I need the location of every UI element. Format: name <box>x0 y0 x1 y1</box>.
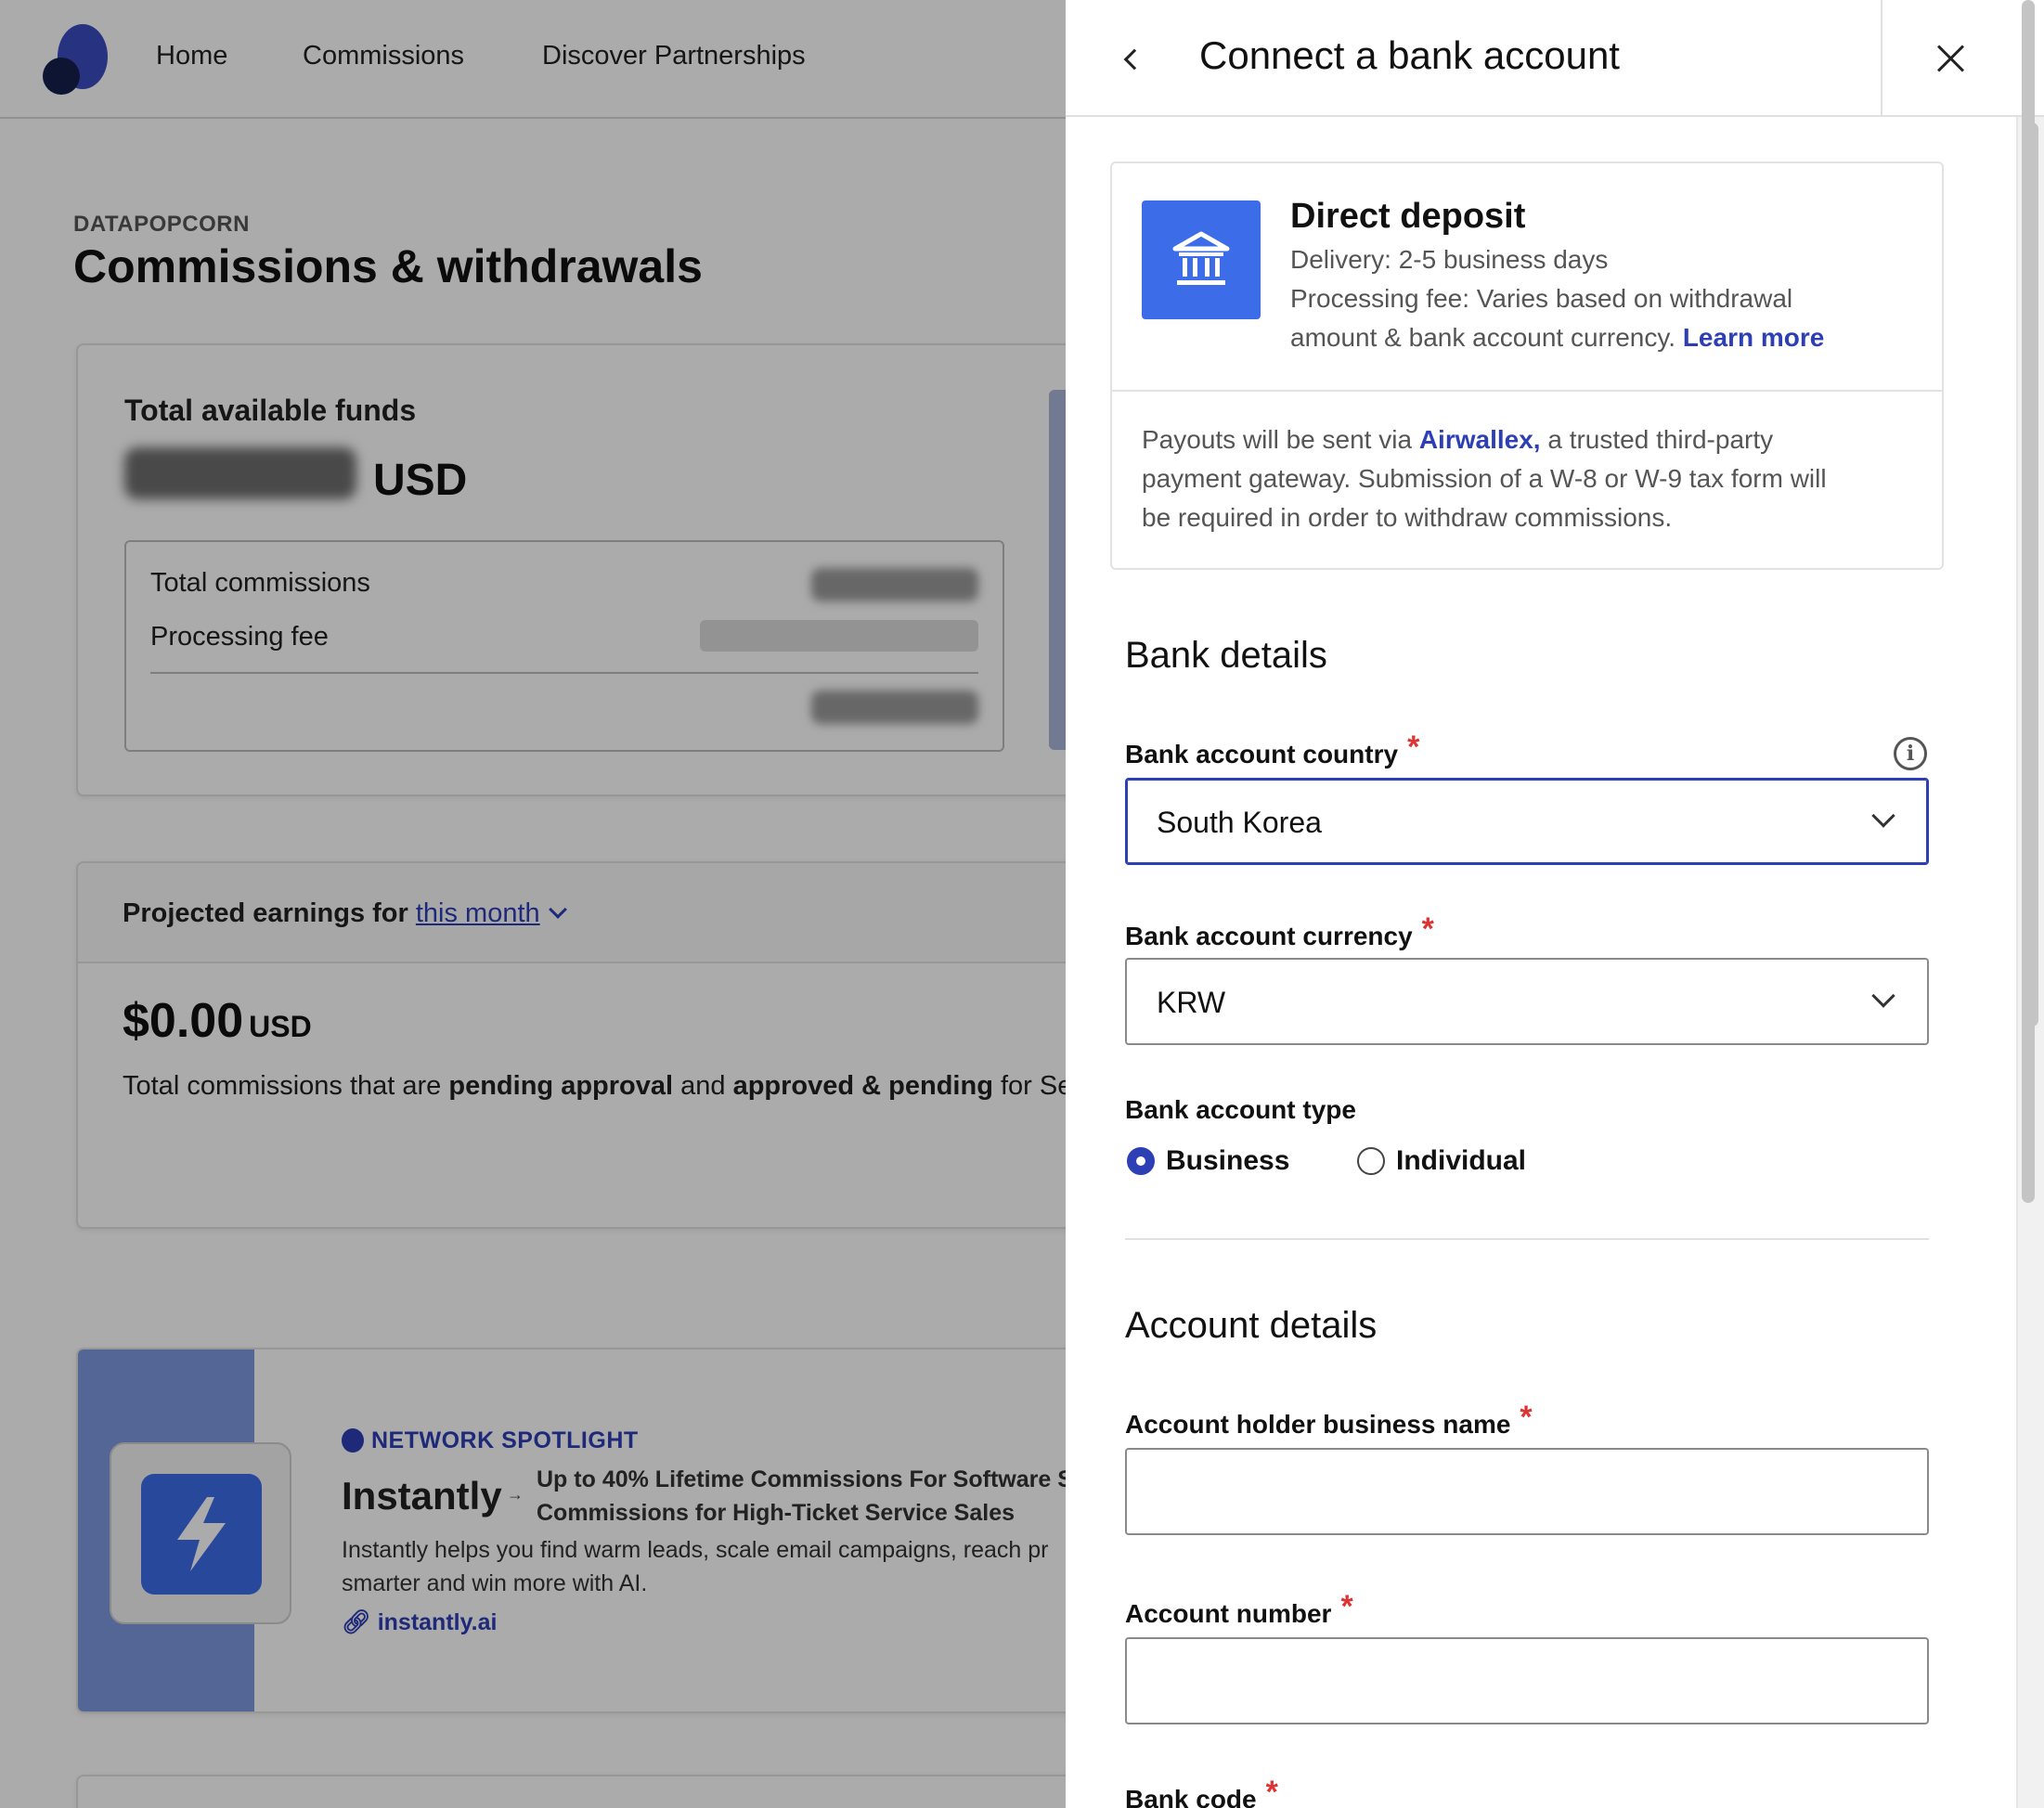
payout-note-prefix: Payouts will be sent via <box>1142 425 1413 454</box>
section-divider <box>1125 1238 1929 1240</box>
close-area <box>1881 0 2016 117</box>
radio-individual[interactable]: Individual <box>1357 1143 1543 1181</box>
drawer-header: Connect a bank account <box>1066 0 2044 117</box>
required-mark: * <box>1421 911 1434 947</box>
connect-bank-drawer: Connect a bank account Direct deposit De… <box>1066 0 2044 1808</box>
radio-button[interactable] <box>1127 1147 1155 1175</box>
radio-business-label[interactable]: Business <box>1166 1145 1289 1177</box>
airwallex-link[interactable]: Airwallex, <box>1419 425 1541 454</box>
country-label: Bank account country <box>1125 740 1399 768</box>
currency-select-value: KRW <box>1157 986 1226 1019</box>
bank-building-icon <box>1142 200 1261 319</box>
account-number-input[interactable] <box>1125 1637 1929 1724</box>
required-mark: * <box>1520 1400 1533 1435</box>
currency-select[interactable]: KRW <box>1125 958 1929 1045</box>
payout-note-line2: payment gateway. Submission of a W-8 or … <box>1142 464 1827 493</box>
deposit-delivery: Delivery: 2-5 business days <box>1290 245 1609 274</box>
required-mark: * <box>1407 730 1420 765</box>
radio-business[interactable]: Business <box>1127 1143 1313 1181</box>
country-select-value: South Korea <box>1157 806 1322 839</box>
country-select[interactable]: South Korea <box>1125 778 1929 865</box>
direct-deposit-summary: Direct deposit Delivery: 2-5 business da… <box>1112 163 1942 392</box>
payout-note-suffix: a trusted third-party <box>1547 425 1774 454</box>
account-type-label: Bank account type <box>1125 1095 1356 1124</box>
learn-more-link[interactable]: Learn more <box>1683 323 1825 352</box>
holder-name-label: Account holder business name <box>1125 1410 1511 1439</box>
account-details-heading: Account details <box>1125 1305 1378 1346</box>
required-mark: * <box>1265 1775 1278 1808</box>
back-button[interactable] <box>1103 32 1158 87</box>
holder-name-input[interactable] <box>1125 1448 1929 1535</box>
currency-label: Bank account currency <box>1125 922 1413 950</box>
bank-code-label: Bank code <box>1125 1785 1257 1808</box>
radio-button[interactable] <box>1357 1147 1385 1175</box>
account-number-label: Account number <box>1125 1599 1332 1628</box>
drawer-title: Connect a bank account <box>1199 33 1620 77</box>
bank-details-heading: Bank details <box>1125 635 1327 676</box>
deposit-title: Direct deposit <box>1290 197 1526 236</box>
radio-individual-label[interactable]: Individual <box>1396 1145 1526 1177</box>
modal-backdrop[interactable] <box>0 0 1066 1808</box>
chevron-down-icon <box>1871 984 1895 1008</box>
chevron-down-icon <box>1871 804 1895 828</box>
info-icon[interactable]: i <box>1894 737 1927 770</box>
deposit-fee-line2: amount & bank account currency. <box>1290 323 1676 352</box>
required-mark: * <box>1340 1589 1353 1624</box>
deposit-fee-line1: Processing fee: Varies based on withdraw… <box>1290 284 1793 313</box>
close-icon[interactable] <box>1920 28 1981 89</box>
page-scrollbar-thumb[interactable] <box>2022 0 2035 1203</box>
chevron-left-icon <box>1123 48 1145 71</box>
payout-note-line3: be required in order to withdraw commiss… <box>1142 503 1673 532</box>
direct-deposit-card: Direct deposit Delivery: 2-5 business da… <box>1110 161 1944 570</box>
